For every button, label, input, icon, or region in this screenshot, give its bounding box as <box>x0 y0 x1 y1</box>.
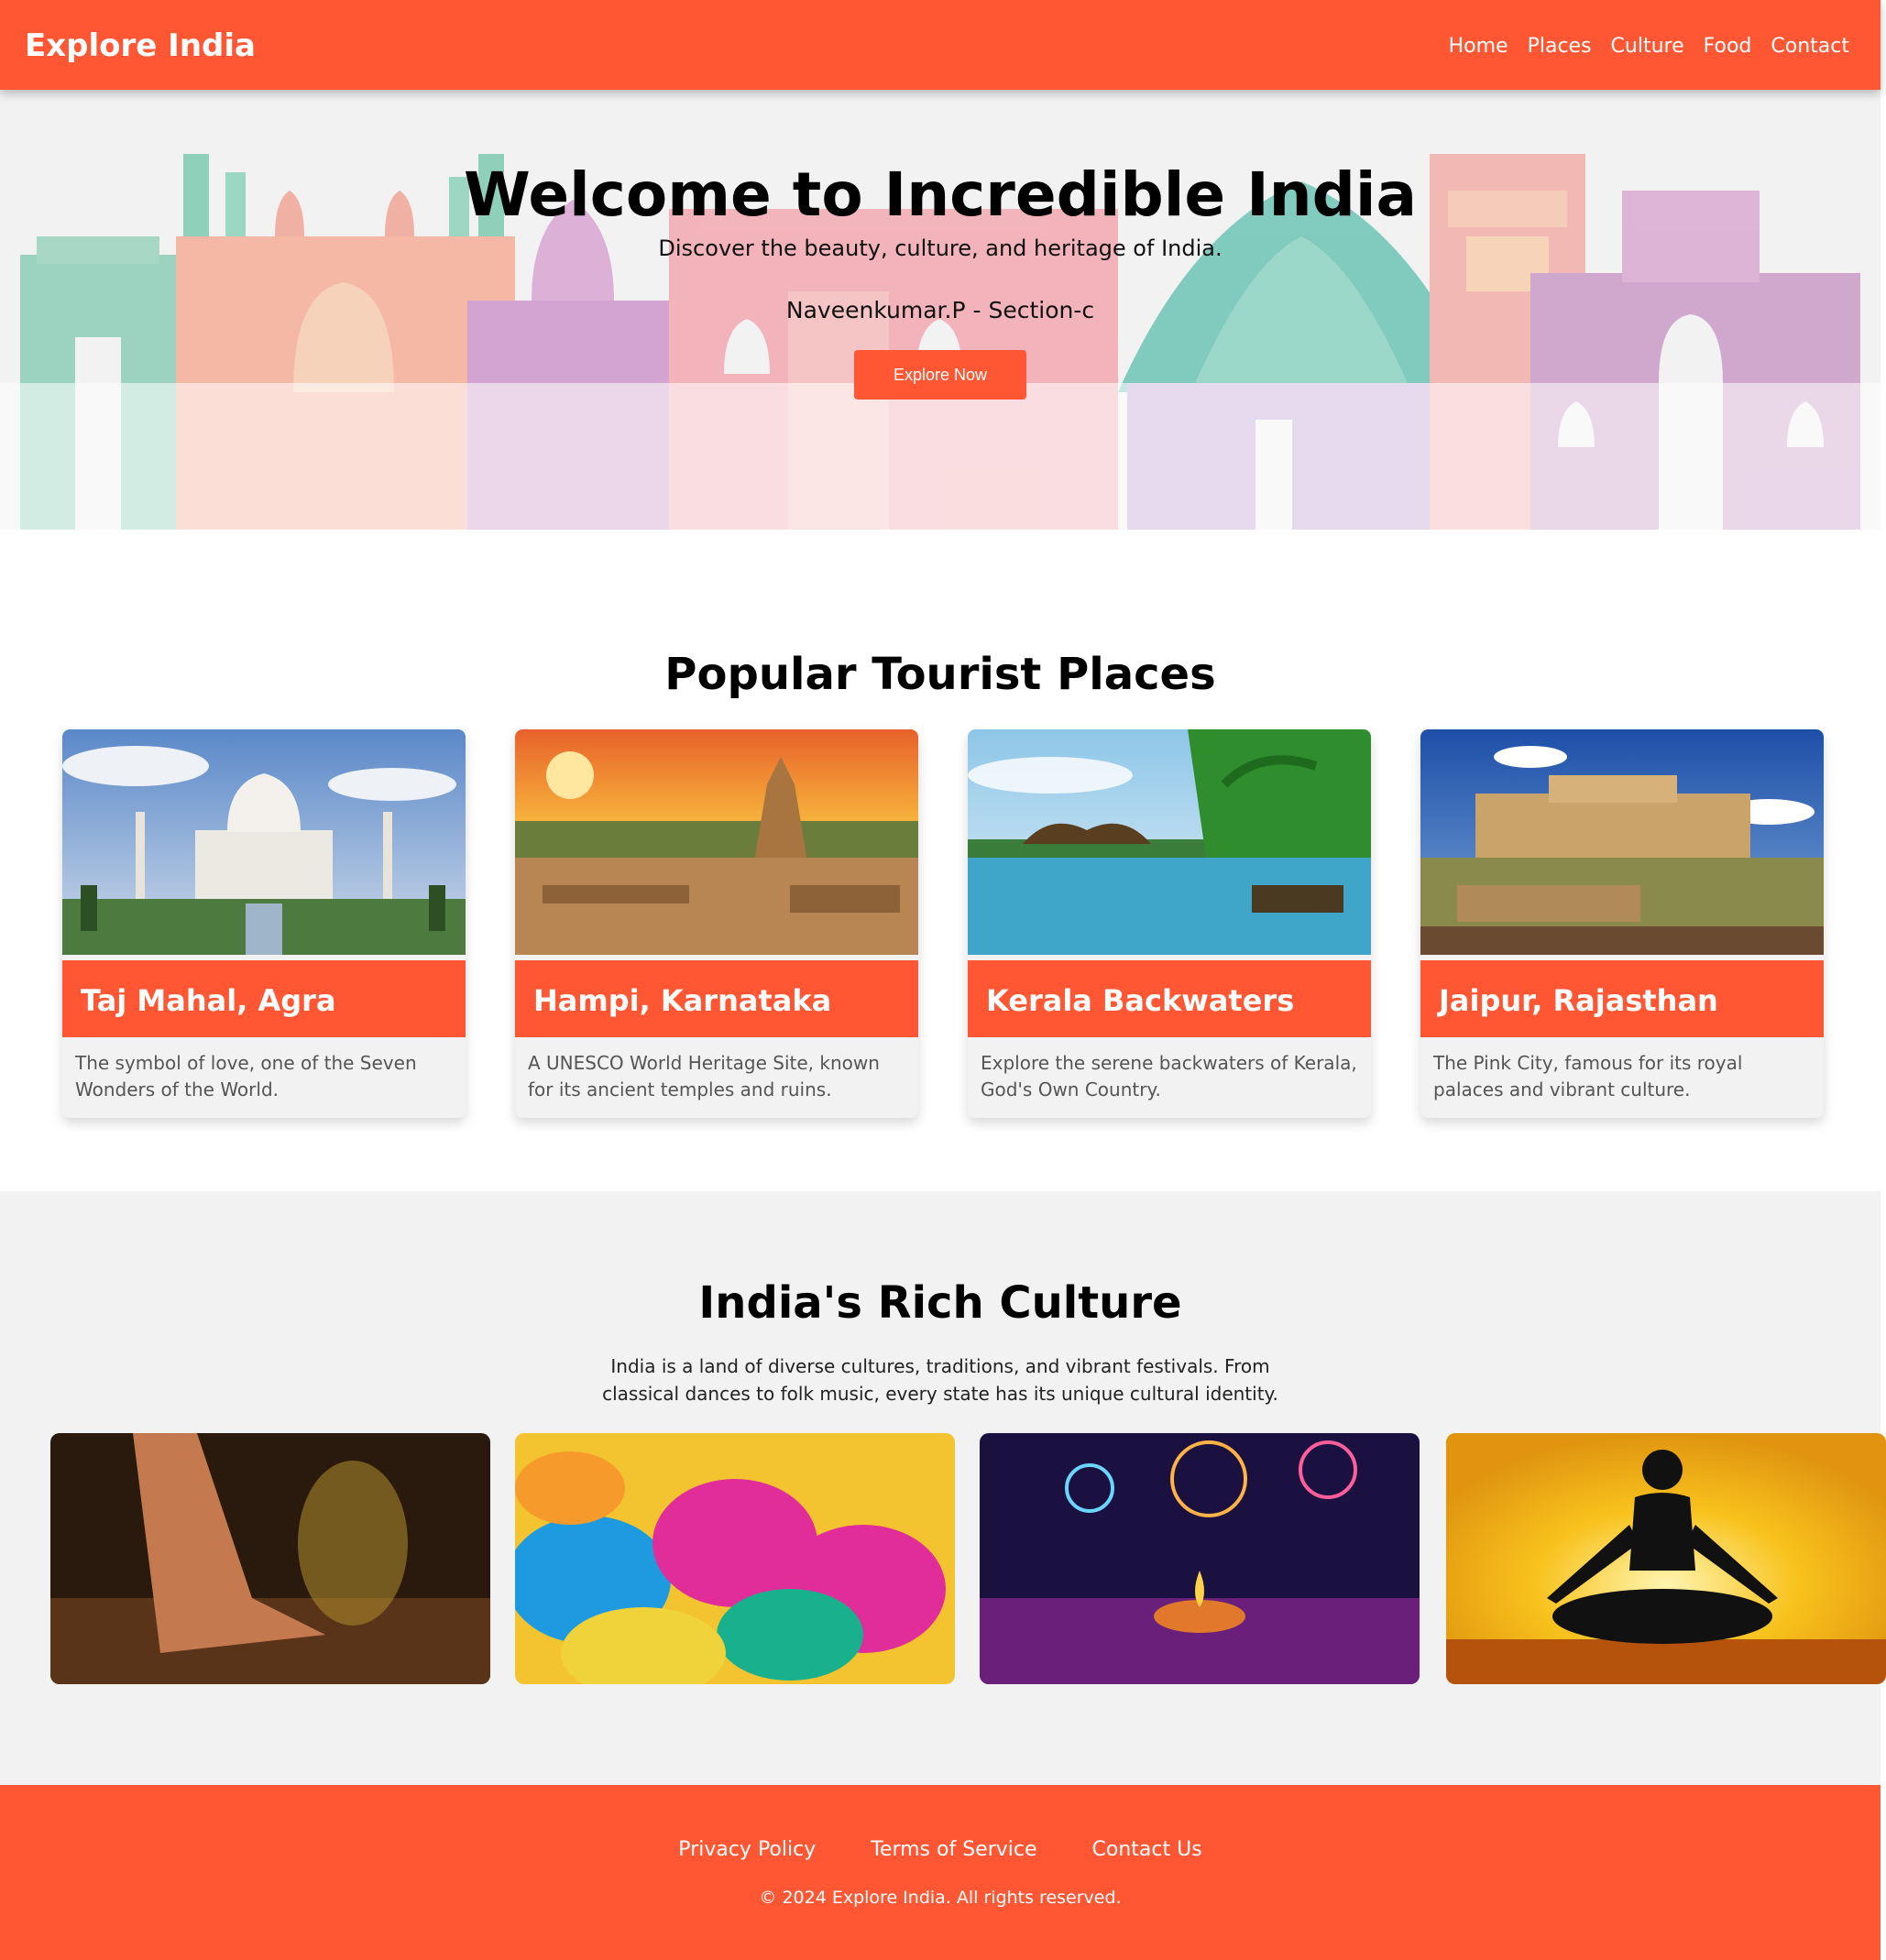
jaipur-fort-image <box>1420 729 1824 955</box>
place-card-description: The symbol of love, one of the Seven Won… <box>75 1052 417 1100</box>
hero-title: Welcome to Incredible India <box>463 159 1418 230</box>
place-card-description: A UNESCO World Heritage Site, known for … <box>528 1052 880 1100</box>
place-card-jaipur[interactable]: Jaipur, Rajasthan The Pink City, famous … <box>1420 729 1824 1118</box>
hero-author: Naveenkumar.P - Section-c <box>785 297 1095 323</box>
place-card-taj-mahal[interactable]: Taj Mahal, Agra The symbol of love, one … <box>62 729 466 1118</box>
brand-logo[interactable]: Explore India <box>25 26 256 66</box>
places-section: Popular Tourist Places Taj Mahal, Agra T… <box>0 530 1881 1191</box>
place-card-title: Jaipur, Rajasthan <box>1420 960 1824 1037</box>
place-card-kerala[interactable]: Kerala Backwaters Explore the serene bac… <box>968 729 1371 1118</box>
culture-section: India's Rich Culture India is a land of … <box>0 1191 1886 1785</box>
kerala-backwaters-image <box>968 729 1371 955</box>
hero-subtitle: Discover the beauty, culture, and herita… <box>658 235 1223 261</box>
hampi-temple-image <box>515 729 918 955</box>
nav-home-link[interactable]: Home <box>1449 31 1508 62</box>
place-card-title: Taj Mahal, Agra <box>62 960 466 1037</box>
contact-us-link[interactable]: Contact Us <box>1092 1834 1202 1866</box>
diwali-festival-image <box>980 1433 1420 1684</box>
places-title: Popular Tourist Places <box>664 649 1216 700</box>
place-card-title: Hampi, Karnataka <box>515 960 918 1037</box>
terms-of-service-link[interactable]: Terms of Service <box>871 1834 1036 1866</box>
taj-mahal-image <box>62 729 466 955</box>
place-card-hampi[interactable]: Hampi, Karnataka A UNESCO World Heritage… <box>515 729 918 1118</box>
copyright-text: © 2024 Explore India. All rights reserve… <box>759 1888 1122 1908</box>
culture-description: India is a land of diverse cultures, tra… <box>602 1355 1278 1405</box>
footer: Privacy Policy Terms of Service Contact … <box>0 1785 1881 1960</box>
nav-places-link[interactable]: Places <box>1528 31 1592 62</box>
navbar: Explore India Home Places Culture Food C… <box>0 0 1881 90</box>
nav-links: Home Places Culture Food Contact <box>1449 31 1849 62</box>
privacy-policy-link[interactable]: Privacy Policy <box>678 1834 816 1866</box>
classical-dance-image <box>50 1433 490 1684</box>
yoga-silhouette-image <box>1446 1433 1886 1684</box>
holi-colors-image <box>515 1433 955 1684</box>
hero-section: Welcome to Incredible India Discover the… <box>0 90 1881 530</box>
culture-title: India's Rich Culture <box>698 1277 1182 1329</box>
place-card-description: Explore the serene backwaters of Kerala,… <box>981 1052 1357 1100</box>
nav-contact-link[interactable]: Contact <box>1771 31 1849 62</box>
place-card-title: Kerala Backwaters <box>968 960 1371 1037</box>
explore-now-button[interactable]: Explore Now <box>854 350 1026 400</box>
nav-culture-link[interactable]: Culture <box>1611 31 1684 62</box>
nav-food-link[interactable]: Food <box>1704 31 1752 62</box>
footer-links: Privacy Policy Terms of Service Contact … <box>0 1834 1881 1866</box>
place-card-description: The Pink City, famous for its royal pala… <box>1433 1052 1743 1100</box>
